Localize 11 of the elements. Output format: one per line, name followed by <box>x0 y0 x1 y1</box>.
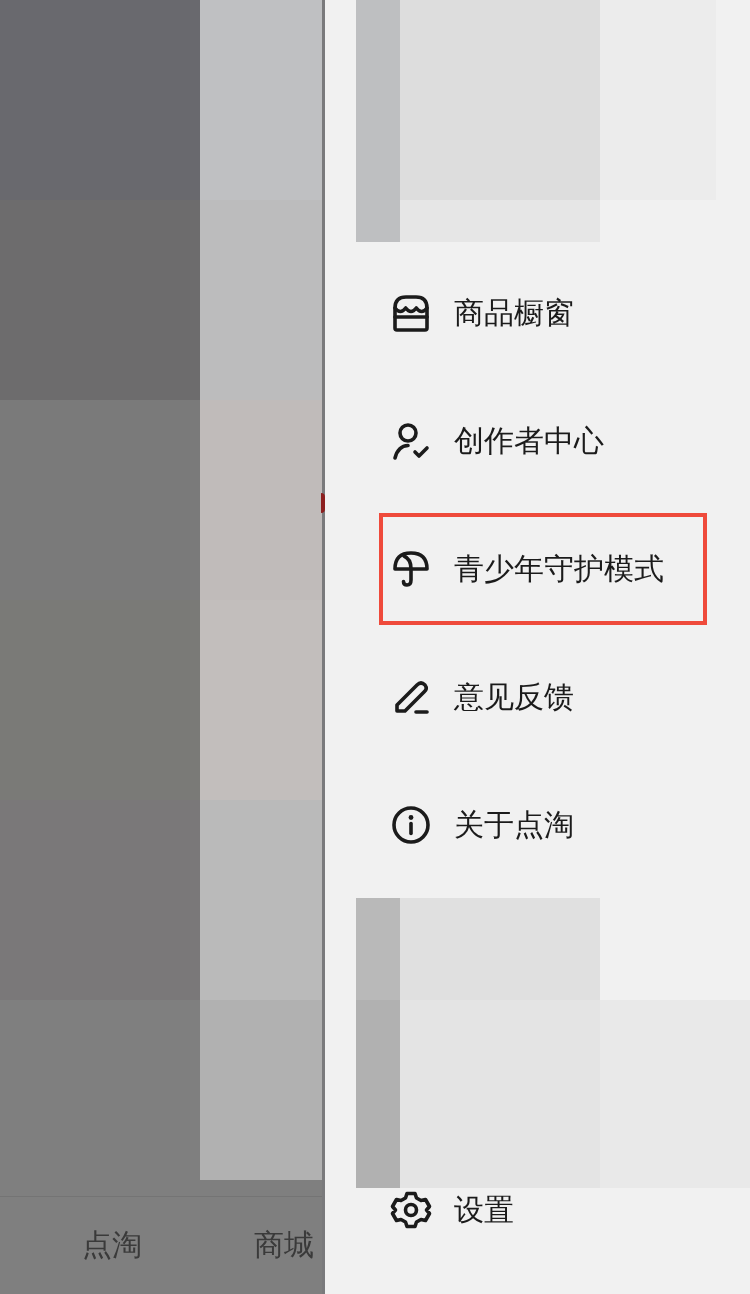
settings-icon <box>390 1189 432 1231</box>
menu-item[interactable]: 意见反馈 <box>390 676 574 718</box>
user-check-icon <box>390 420 432 462</box>
menu-item[interactable]: 关于点淘 <box>390 804 574 846</box>
settings-button[interactable]: 设置 <box>390 1189 514 1231</box>
storefront-icon <box>390 292 432 334</box>
menu-item[interactable]: 青少年守护模式 <box>390 548 664 590</box>
menu-item[interactable]: 创作者中心 <box>390 420 604 462</box>
info-icon <box>390 804 432 846</box>
umbrella-icon <box>390 548 432 590</box>
menu-item[interactable]: 商品橱窗 <box>390 292 574 334</box>
